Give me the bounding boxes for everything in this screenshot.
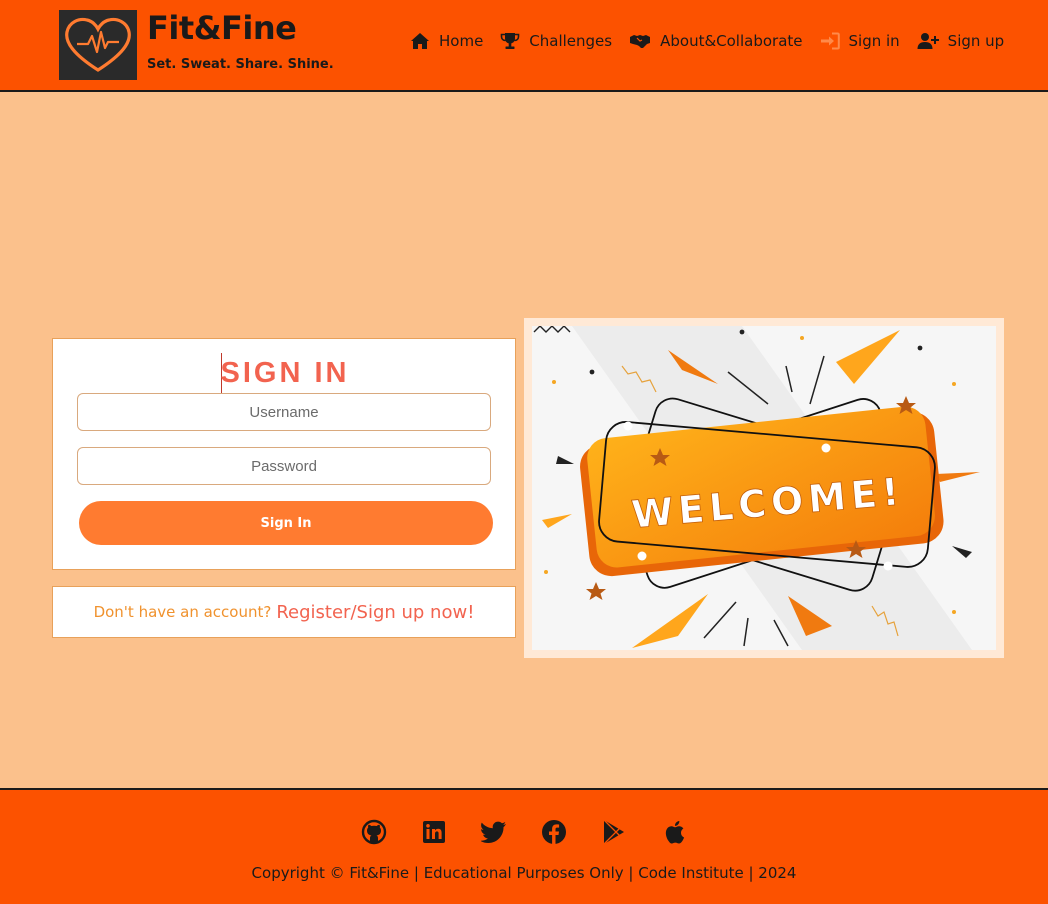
main-nav: Home Challenges About&Collaborate Sign i… bbox=[410, 32, 1004, 50]
site-header: Fit&Fine Set. Sweat. Share. Shine. Home … bbox=[0, 0, 1048, 92]
register-question: Don't have an account? bbox=[93, 603, 272, 621]
apple-link[interactable] bbox=[656, 818, 692, 846]
username-field[interactable] bbox=[77, 393, 491, 431]
sign-in-icon bbox=[820, 32, 840, 50]
nav-sign-up-label: Sign up bbox=[947, 32, 1005, 50]
sign-in-form: SIGN IN Sign In bbox=[52, 338, 516, 570]
nav-sign-in-label: Sign in bbox=[848, 32, 900, 50]
logo[interactable] bbox=[59, 10, 137, 80]
facebook-link[interactable] bbox=[536, 818, 572, 846]
google-play-icon bbox=[603, 819, 624, 845]
nav-sign-in[interactable]: Sign in bbox=[820, 32, 900, 50]
facebook-icon bbox=[542, 820, 566, 844]
welcome-illustration: WELCOME! bbox=[532, 326, 996, 650]
sign-in-title: SIGN IN bbox=[220, 357, 350, 389]
brand-name[interactable]: Fit&Fine bbox=[147, 9, 297, 47]
linkedin-icon bbox=[423, 821, 445, 843]
nav-home[interactable]: Home bbox=[410, 32, 483, 50]
nav-challenges-label: Challenges bbox=[529, 32, 613, 50]
google-play-link[interactable] bbox=[596, 818, 632, 846]
nav-about-label: About&Collaborate bbox=[660, 32, 803, 50]
github-icon bbox=[361, 819, 387, 845]
copyright-text: Copyright © Fit&Fine | Educational Purpo… bbox=[251, 864, 797, 882]
nav-sign-up[interactable]: Sign up bbox=[917, 32, 1005, 50]
welcome-image: WELCOME! bbox=[524, 318, 1004, 658]
social-links bbox=[0, 818, 1048, 846]
register-link[interactable]: Register/Sign up now! bbox=[276, 602, 474, 623]
github-link[interactable] bbox=[356, 818, 392, 846]
register-prompt: Don't have an account? Register/Sign up … bbox=[52, 586, 516, 638]
sign-in-button[interactable]: Sign In bbox=[79, 501, 493, 545]
linkedin-link[interactable] bbox=[416, 818, 452, 846]
twitter-link[interactable] bbox=[476, 818, 512, 846]
handshake-icon bbox=[630, 35, 651, 48]
twitter-icon bbox=[481, 821, 506, 843]
apple-icon bbox=[665, 821, 685, 844]
site-footer: Copyright © Fit&Fine | Educational Purpo… bbox=[0, 788, 1048, 904]
brand-tagline: Set. Sweat. Share. Shine. bbox=[147, 57, 334, 72]
nav-about-collaborate[interactable]: About&Collaborate bbox=[629, 32, 803, 50]
heart-pulse-icon bbox=[65, 17, 131, 72]
nav-challenges[interactable]: Challenges bbox=[500, 32, 612, 50]
nav-home-label: Home bbox=[439, 32, 484, 50]
home-icon bbox=[411, 33, 429, 49]
trophy-icon bbox=[500, 33, 520, 49]
password-field[interactable] bbox=[77, 447, 491, 485]
user-plus-icon bbox=[917, 33, 939, 49]
